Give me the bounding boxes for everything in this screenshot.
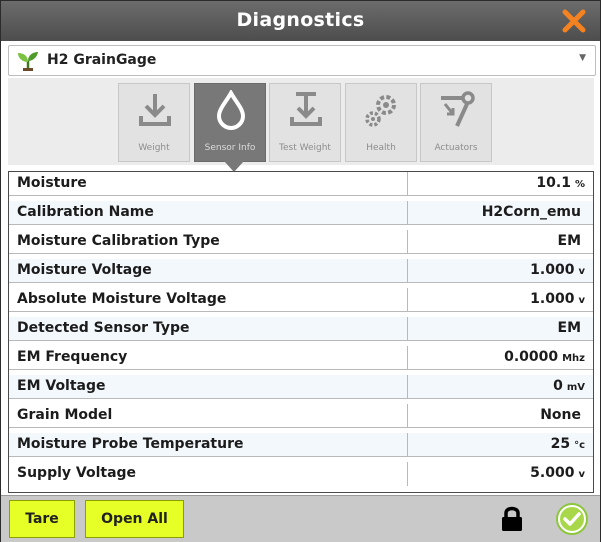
row-value: EM [558,233,586,249]
value-text: 10.1 [536,175,571,191]
value-unit: % [574,179,585,190]
actuator-arm-icon [441,91,475,127]
row-label: EM Frequency [17,349,128,365]
value-unit: v [578,266,585,277]
plant-sprout-icon [18,52,38,71]
row-value: H2Corn_emu [482,204,585,220]
row-value: 10.1% [536,175,585,191]
row-value: 1.000 v [530,291,585,307]
row-label: Detected Sensor Type [17,320,190,336]
row-value: 0.0000 Mhz [504,349,585,365]
column-divider [407,375,408,398]
tab-actuators[interactable]: Actuators [420,83,492,162]
value-unit: v [578,469,585,480]
column-divider [407,404,408,427]
table-row: EM Frequency 0.0000 Mhz [9,346,593,370]
gears-icon [365,95,396,127]
value-text: EM [557,320,582,336]
value-text: 25 [550,436,571,452]
value-unit: °c [574,440,585,451]
diagnostics-window: Diagnostics H2 GrainGage ▼ Weight Sensor… [0,0,601,542]
row-value: 1.000 v [530,262,585,278]
open-all-button[interactable]: Open All [85,500,184,538]
column-divider [407,288,408,311]
table-row: EM Voltage 0 mV [9,375,593,399]
row-value: None [540,407,585,423]
row-label: Moisture Calibration Type [17,233,220,249]
table-row: Supply Voltage 5.000 v [9,462,593,486]
device-name: H2 GrainGage [47,52,157,68]
weight-press-icon [290,92,322,126]
column-divider [407,462,408,486]
row-value: 25 °c [551,436,585,452]
column-divider [407,172,408,195]
download-tray-icon [139,94,171,126]
row-label: Calibration Name [17,204,154,220]
value-text: 1.000 [530,262,575,278]
column-divider [407,259,408,282]
row-value: 0 mV [553,378,585,394]
row-label: Supply Voltage [17,465,137,481]
chevron-down-icon[interactable]: ▼ [579,53,586,63]
droplet-icon [216,90,246,130]
row-label: Moisture [17,175,87,191]
table-row: Grain Model None [9,404,593,428]
row-value: EM [558,320,586,336]
title-bar: Diagnostics [1,1,600,41]
value-text: 0.0000 [504,349,559,365]
value-text: H2Corn_emu [481,204,581,220]
column-divider [407,230,408,253]
window-title: Diagnostics [236,9,365,31]
table-row: Moisture 10.1% [9,172,593,196]
row-value: 5.000 v [530,465,585,481]
footer-bar: Tare Open All [1,495,600,542]
close-icon[interactable] [560,7,588,35]
value-unit: v [578,295,585,306]
tab-bar: Weight Sensor Info Test Weight Health Ac… [8,78,594,165]
tab-label-test-weight: Test Weight [279,143,331,153]
table-row: Moisture Calibration Type EM [9,230,593,254]
value-text: None [540,407,581,423]
column-divider [407,346,408,369]
tab-label-health: Health [366,143,396,153]
tab-sensor-info[interactable]: Sensor Info [194,83,266,162]
tare-button[interactable]: Tare [9,500,75,538]
tab-weight[interactable]: Weight [118,83,190,162]
table-row: Moisture Voltage 1.000 v [9,259,593,283]
tab-label-actuators: Actuators [434,143,478,153]
tab-label-weight: Weight [138,143,170,153]
value-text: 5.000 [530,465,575,481]
row-label: Moisture Voltage [17,262,152,278]
tab-test-weight[interactable]: Test Weight [269,83,341,162]
table-row: Detected Sensor Type EM [9,317,593,341]
row-label: Absolute Moisture Voltage [17,291,227,307]
lock-icon[interactable] [501,505,523,531]
tab-label-sensor-info: Sensor Info [204,143,256,153]
checkmark-confirm-icon[interactable] [556,503,588,535]
row-label: EM Voltage [17,378,106,394]
device-selector[interactable]: H2 GrainGage ▼ [8,45,596,76]
sensor-info-table: Moisture 10.1% Calibration Name H2Corn_e… [8,171,594,493]
tab-health[interactable]: Health [345,83,417,162]
row-label: Grain Model [17,407,113,423]
value-text: 0 [553,378,563,394]
value-unit: mV [566,382,585,393]
value-text: EM [557,233,582,249]
row-label: Moisture Probe Temperature [17,436,244,452]
column-divider [407,201,408,224]
column-divider [407,433,408,456]
column-divider [407,317,408,340]
table-row: Moisture Probe Temperature 25 °c [9,433,593,457]
table-row: Calibration Name H2Corn_emu [9,201,593,225]
table-row: Absolute Moisture Voltage 1.000 v [9,288,593,312]
value-unit: Mhz [562,353,585,364]
value-text: 1.000 [530,291,575,307]
